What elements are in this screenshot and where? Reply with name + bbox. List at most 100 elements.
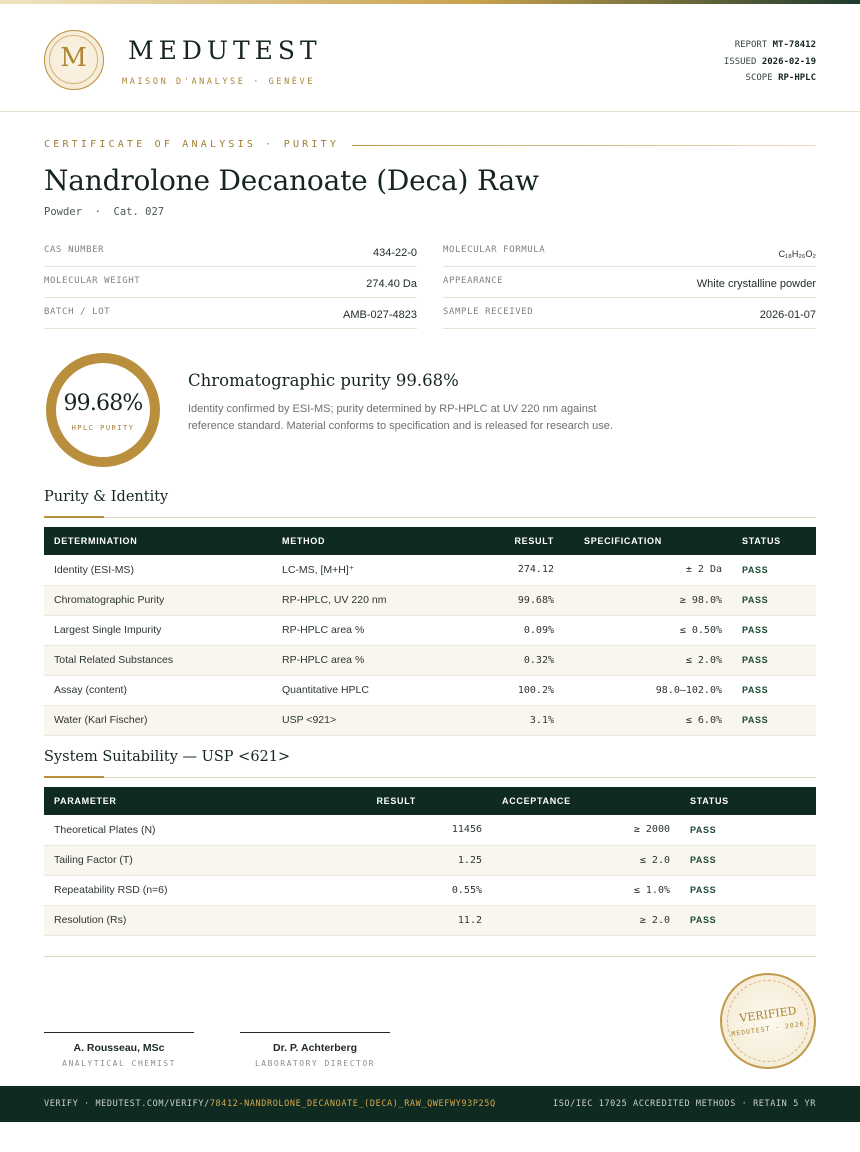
table-row: Theoretical Plates (N) 11456 ≥ 2000 PASS <box>44 815 816 846</box>
cell-determination: Chromatographic Purity <box>44 585 272 616</box>
signature-divider <box>44 956 816 957</box>
info-value: AMB-027-4823 <box>343 309 417 321</box>
cell-determination: Identity (ESI-MS) <box>44 555 272 586</box>
brand-tagline: MAISON D'ANALYSE · GENÈVE <box>122 77 315 87</box>
info-value: White crystalline powder <box>696 278 816 290</box>
column-header: METHOD <box>282 536 326 546</box>
table-row: Total Related Substances RP-HPLC area % … <box>44 645 816 676</box>
cell-determination: Total Related Substances <box>44 645 272 676</box>
cell-method: RP-HPLC, UV 220 nm <box>272 585 452 616</box>
status-pass: PASS <box>732 555 816 586</box>
purity-description: Identity confirmed by ESI-MS; purity det… <box>188 403 613 432</box>
column-header: ACCEPTANCE <box>502 796 571 806</box>
signature-block: Dr. P. Achterberg LABORATORY DIRECTOR <box>240 1032 390 1068</box>
purity-value: 99.68% <box>63 391 143 416</box>
cell-result: 11.2 <box>360 905 492 936</box>
verify-link[interactable]: VERIFY · MEDUTEST.COM/VERIFY/78412-NANDR… <box>44 1099 496 1109</box>
info-row: BATCH / LOT AMB-027-4823 <box>44 298 417 329</box>
cell-parameter: Theoretical Plates (N) <box>44 815 360 846</box>
purity-headline: Chromatographic purity 99.68% <box>188 371 459 390</box>
suitability-table: PARAMETER RESULT ACCEPTANCE STATUS Theor… <box>44 787 816 936</box>
section-rule <box>44 777 816 778</box>
suitability-section-title: System Suitability — USP <621> <box>44 749 291 765</box>
report-number: MT-78412 <box>772 40 816 50</box>
table-row: Repeatability RSD (n=6) 0.55% ≤ 1.0% PAS… <box>44 875 816 906</box>
info-key: MOLECULAR WEIGHT <box>44 276 141 286</box>
cell-method: RP-HPLC area % <box>272 615 452 646</box>
info-value: 2026-01-07 <box>759 309 816 321</box>
info-row: SAMPLE RECEIVED 2026-01-07 <box>443 298 816 329</box>
page-footer: VERIFY · MEDUTEST.COM/VERIFY/78412-NANDR… <box>0 1086 860 1122</box>
product-title: Nandrolone Decanoate (Deca) Raw <box>44 164 539 197</box>
cell-specification: ≤ 0.50% <box>564 615 732 646</box>
status-pass: PASS <box>680 875 816 906</box>
brand-logo: M <box>44 30 104 90</box>
identity-section-title: Purity & Identity <box>44 489 169 505</box>
report-label: REPORT <box>734 40 768 50</box>
info-grid-right: MOLECULAR FORMULA C₁₈H₂₆O₂ APPEARANCE Wh… <box>443 236 816 329</box>
cell-parameter: Tailing Factor (T) <box>44 845 360 876</box>
signature-block: A. Rousseau, MSc ANALYTICAL CHEMIST <box>44 1032 194 1068</box>
info-grid-left: CAS NUMBER 434-22-0 MOLECULAR WEIGHT 274… <box>44 236 417 329</box>
cell-result: 0.32% <box>452 645 564 676</box>
cell-specification: ± 2 Da <box>564 555 732 586</box>
info-key: BATCH / LOT <box>44 307 111 317</box>
info-value: 434-22-0 <box>372 247 417 259</box>
cell-result: 0.09% <box>452 615 564 646</box>
cell-acceptance: ≥ 2000 <box>492 815 680 846</box>
cell-result: 274.12 <box>452 555 564 586</box>
cell-acceptance: ≤ 2.0 <box>492 845 680 876</box>
info-value: 274.40 Da <box>366 278 417 290</box>
issued-label: ISSUED <box>723 56 757 67</box>
scope-value: RP-HPLC <box>778 73 816 83</box>
info-row: CAS NUMBER 434-22-0 <box>44 236 417 267</box>
status-pass: PASS <box>732 615 816 646</box>
signatory-role: ANALYTICAL CHEMIST <box>62 1059 176 1068</box>
status-pass: PASS <box>732 645 816 676</box>
section-accent <box>44 516 104 518</box>
cell-result: 0.55% <box>360 875 492 906</box>
info-row: MOLECULAR FORMULA C₁₈H₂₆O₂ <box>443 236 816 267</box>
issued-date: 2026-02-19 <box>761 56 816 67</box>
column-header: RESULT <box>514 536 554 546</box>
info-key: SAMPLE RECEIVED <box>443 307 534 317</box>
signatory-name: Dr. P. Achterberg <box>272 1042 358 1054</box>
table-header-row: DETERMINATION METHOD RESULT SPECIFICATIO… <box>44 527 816 555</box>
table-row: Largest Single Impurity RP-HPLC area % 0… <box>44 615 816 646</box>
accreditation-note: ISO/IEC 17025 ACCREDITED METHODS · RETAI… <box>552 1099 816 1109</box>
cell-specification: ≥ 98.0% <box>564 585 732 616</box>
info-key: MOLECULAR FORMULA <box>443 245 546 255</box>
cell-result: 3.1% <box>452 705 564 736</box>
cell-result: 11456 <box>360 815 492 846</box>
purity-ring: 99.68% HPLC PURITY <box>46 353 160 467</box>
info-key: APPEARANCE <box>443 276 504 286</box>
table-header-row: PARAMETER RESULT ACCEPTANCE STATUS <box>44 787 816 815</box>
cell-parameter: Repeatability RSD (n=6) <box>44 875 360 906</box>
cell-specification: 98.0–102.0% <box>564 675 732 706</box>
status-pass: PASS <box>732 705 816 736</box>
cell-determination: Largest Single Impurity <box>44 615 272 646</box>
cell-parameter: Resolution (Rs) <box>44 905 360 936</box>
signatory-name: A. Rousseau, MSc <box>73 1042 165 1054</box>
brand-name: MEDUTEST <box>128 36 322 65</box>
table-row: Assay (content) Quantitative HPLC 100.2%… <box>44 675 816 706</box>
scope-label: SCOPE <box>745 73 773 83</box>
status-pass: PASS <box>732 675 816 706</box>
cell-result: 1.25 <box>360 845 492 876</box>
signatory-role: LABORATORY DIRECTOR <box>254 1059 375 1068</box>
cell-acceptance: ≤ 1.0% <box>492 875 680 906</box>
section-rule <box>44 517 816 518</box>
cell-determination: Assay (content) <box>44 675 272 706</box>
cell-determination: Water (Karl Fischer) <box>44 705 272 736</box>
info-row: MOLECULAR WEIGHT 274.40 Da <box>44 267 417 298</box>
table-row: Chromatographic Purity RP-HPLC, UV 220 n… <box>44 585 816 616</box>
brand-monogram: M <box>60 43 87 73</box>
cell-method: LC-MS, [M+H]⁺ <box>272 555 452 586</box>
column-header: RESULT <box>376 796 416 806</box>
table-row: Tailing Factor (T) 1.25 ≤ 2.0 PASS <box>44 845 816 876</box>
table-row: Identity (ESI-MS) LC-MS, [M+H]⁺ 274.12 ±… <box>44 555 816 586</box>
kicker-divider <box>352 145 816 146</box>
purity-label: HPLC PURITY <box>71 424 135 432</box>
column-header: PARAMETER <box>54 796 117 806</box>
verified-stamp: VERIFIED MEDUTEST · 2026 <box>720 973 816 1069</box>
